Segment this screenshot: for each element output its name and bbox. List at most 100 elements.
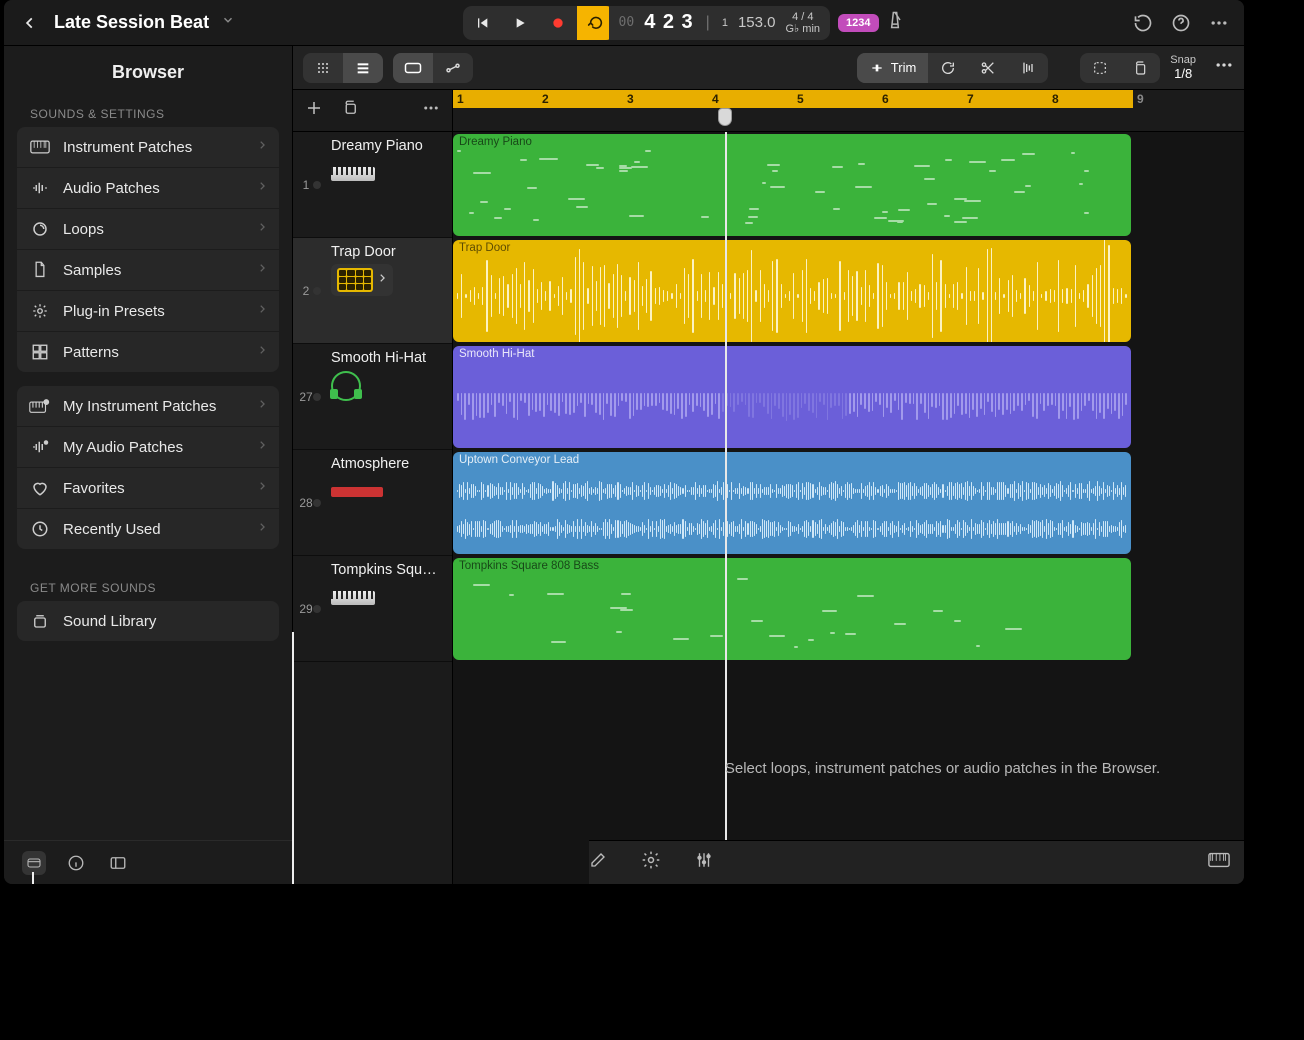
sidebar-item-label: Patterns bbox=[63, 344, 245, 361]
copy-tool-button[interactable] bbox=[1120, 53, 1160, 83]
editor-pencil-icon[interactable] bbox=[589, 851, 607, 874]
metronome-icon[interactable] bbox=[885, 10, 905, 35]
playhead-knob[interactable] bbox=[718, 108, 732, 126]
bar-label: 6 bbox=[882, 92, 889, 106]
sidebar-item-my-instrument-patches[interactable]: My Instrument Patches bbox=[17, 386, 279, 426]
track-header-dreamy-piano[interactable]: 1 Dreamy Piano bbox=[293, 132, 452, 238]
cycle-range[interactable] bbox=[453, 90, 1133, 108]
split-tool-button[interactable] bbox=[968, 53, 1008, 83]
record-button[interactable] bbox=[539, 6, 577, 40]
region[interactable]: Trap Door bbox=[453, 240, 1131, 342]
bar-label: 8 bbox=[1052, 92, 1059, 106]
item-icon bbox=[29, 261, 51, 279]
item-icon bbox=[29, 220, 51, 238]
region-name: Trap Door bbox=[459, 242, 510, 254]
track-header-trap-door[interactable]: 2 Trap Door bbox=[293, 238, 452, 344]
undo-icon[interactable] bbox=[1132, 12, 1154, 34]
region[interactable]: Smooth Hi-Hat bbox=[453, 346, 1131, 448]
add-track-icon[interactable] bbox=[305, 99, 323, 122]
chevron-right-icon bbox=[257, 138, 267, 156]
foot-panel-icon[interactable] bbox=[106, 851, 130, 875]
sidebar-item-instrument-patches[interactable]: Instrument Patches bbox=[17, 127, 279, 167]
browser-title: Browser bbox=[4, 46, 292, 93]
guide-line bbox=[292, 632, 294, 884]
loop-tool-button[interactable] bbox=[928, 53, 968, 83]
more-icon[interactable] bbox=[1208, 12, 1230, 34]
selection-tool-button[interactable] bbox=[1080, 53, 1120, 83]
foot-info-icon[interactable] bbox=[64, 851, 88, 875]
arrange-more-icon[interactable] bbox=[1214, 55, 1234, 80]
item-icon bbox=[29, 438, 51, 456]
region[interactable]: Tompkins Square 808 Bass bbox=[453, 558, 1131, 660]
sidebar-item-sound-library[interactable]: Sound Library bbox=[17, 601, 279, 641]
track-lane[interactable]: Tompkins Square 808 Bass bbox=[453, 556, 1244, 662]
bar-label: 3 bbox=[627, 92, 634, 106]
track-lane[interactable]: Uptown Conveyor Lead bbox=[453, 450, 1244, 556]
sidebar-item-recently-used[interactable]: Recently Used bbox=[17, 509, 279, 549]
track-header-tompkins-squ-[interactable]: 29 Tompkins Squ… bbox=[293, 556, 452, 662]
trim-tool-button[interactable]: Trim bbox=[857, 53, 929, 83]
grid-view-button[interactable] bbox=[303, 53, 343, 83]
rewind-button[interactable] bbox=[463, 6, 501, 40]
bar-label: 9 bbox=[1137, 92, 1144, 106]
transport-sig-key[interactable]: 4 / 4 G♭ min bbox=[786, 11, 821, 35]
sidebar-item-label: Sound Library bbox=[63, 613, 267, 630]
sidebar-item-my-audio-patches[interactable]: My Audio Patches bbox=[17, 427, 279, 467]
foot-browser-icon[interactable] bbox=[22, 851, 46, 875]
region-automation-button[interactable] bbox=[433, 53, 473, 83]
keyboard-icon[interactable] bbox=[1208, 852, 1230, 873]
sidebar-item-label: Loops bbox=[63, 221, 245, 238]
track-more-icon[interactable] bbox=[422, 99, 440, 122]
empty-hint: Select loops, instrument patches or audi… bbox=[661, 760, 1224, 777]
play-button[interactable] bbox=[501, 6, 539, 40]
chevron-right-icon bbox=[257, 520, 267, 538]
sidebar-item-label: My Instrument Patches bbox=[63, 398, 245, 415]
sidebar-item-patterns[interactable]: Patterns bbox=[17, 332, 279, 372]
region-mode-segment[interactable] bbox=[393, 53, 473, 83]
snap-control[interactable]: Snap 1/8 bbox=[1170, 54, 1196, 81]
region[interactable]: Uptown Conveyor Lead bbox=[453, 452, 1131, 554]
sidebar-item-label: Instrument Patches bbox=[63, 139, 245, 156]
count-in-badge[interactable]: 1234 bbox=[838, 14, 878, 32]
editor-settings-icon[interactable] bbox=[641, 850, 661, 875]
sidebar-item-audio-patches[interactable]: Audio Patches bbox=[17, 168, 279, 208]
duplicate-track-icon[interactable] bbox=[341, 99, 359, 122]
sidebar-item-label: Recently Used bbox=[63, 521, 245, 538]
list-view-button[interactable] bbox=[343, 53, 383, 83]
view-mode-segment[interactable] bbox=[303, 53, 383, 83]
chevron-right-icon bbox=[257, 343, 267, 361]
bar-label: 4 bbox=[712, 92, 719, 106]
help-icon[interactable] bbox=[1170, 12, 1192, 34]
region-name: Uptown Conveyor Lead bbox=[459, 454, 579, 466]
chevron-right-icon bbox=[257, 397, 267, 415]
chevron-right-icon bbox=[257, 438, 267, 456]
editor-mixer-icon[interactable] bbox=[695, 851, 713, 874]
sidebar-item-label: Plug-in Presets bbox=[63, 303, 245, 320]
browser-section-more: GET MORE SOUNDS bbox=[4, 567, 292, 601]
item-icon bbox=[29, 140, 51, 154]
track-lane[interactable]: Trap Door bbox=[453, 238, 1244, 344]
track-lane[interactable]: Dreamy Piano bbox=[453, 132, 1244, 238]
item-icon bbox=[29, 398, 51, 414]
lcd-display[interactable]: 00 4 2 3 | 1 153.0 4 / 4 G♭ min bbox=[609, 6, 831, 40]
track-lane[interactable]: Smooth Hi-Hat bbox=[453, 344, 1244, 450]
region[interactable]: Dreamy Piano bbox=[453, 134, 1131, 236]
sidebar-item-plug-in-presets[interactable]: Plug-in Presets bbox=[17, 291, 279, 331]
back-button[interactable] bbox=[18, 11, 42, 35]
item-icon bbox=[29, 479, 51, 497]
track-header-smooth-hi-hat[interactable]: 27 Smooth Hi-Hat bbox=[293, 344, 452, 450]
project-chevron-icon[interactable] bbox=[221, 13, 235, 32]
sidebar-item-favorites[interactable]: Favorites bbox=[17, 468, 279, 508]
sidebar-item-label: Audio Patches bbox=[63, 180, 245, 197]
project-title[interactable]: Late Session Beat bbox=[54, 12, 209, 33]
item-icon bbox=[29, 302, 51, 320]
bar-label: 1 bbox=[457, 92, 464, 106]
sidebar-item-loops[interactable]: Loops bbox=[17, 209, 279, 249]
track-header-atmosphere[interactable]: 28 Atmosphere bbox=[293, 450, 452, 556]
stretch-tool-button[interactable] bbox=[1008, 53, 1048, 83]
sidebar-item-samples[interactable]: Samples bbox=[17, 250, 279, 290]
region-name: Dreamy Piano bbox=[459, 136, 532, 148]
region-marquee-button[interactable] bbox=[393, 53, 433, 83]
bar-label: 5 bbox=[797, 92, 804, 106]
chevron-right-icon bbox=[257, 302, 267, 320]
